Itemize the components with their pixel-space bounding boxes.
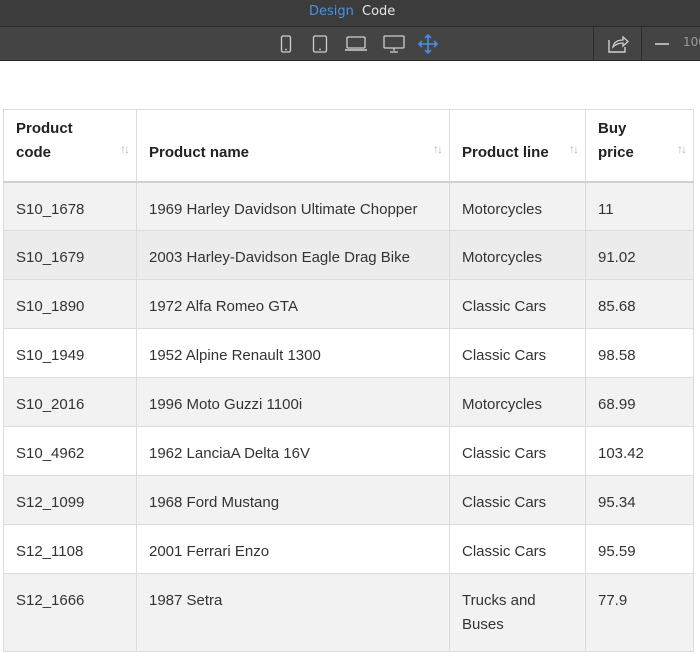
cell-buy-price: 103.42 [585,426,694,476]
cell-product-code: S12_1099 [3,475,137,525]
cell-buy-price: 11 [585,181,694,231]
share-icon[interactable] [607,34,629,54]
cell-product-name: 1968 Ford Mustang [136,475,450,525]
sort-icon[interactable]: ↑↓ [569,137,579,161]
cell-buy-price: 68.99 [585,377,694,427]
cell-product-code: S12_1108 [3,524,137,574]
cell-product-code: S10_1890 [3,279,137,329]
cell-product-name: 1952 Alpine Renault 1300 [136,328,450,378]
products-table: Product code ↑↓ Product name ↑↓ Product … [3,109,694,652]
table-row[interactable]: S12_1108 2001 Ferrari Enzo Classic Cars … [3,524,694,574]
cell-product-line: Trucks and Buses [449,573,586,652]
cell-product-name: 1987 Setra [136,573,450,652]
toolbar-divider [641,27,642,60]
column-header-buy-price[interactable]: Buy price ↑↓ [585,109,694,182]
cell-product-code: S12_1666 [3,573,137,652]
column-header-label: Product name [149,143,250,161]
tablet-icon[interactable] [310,34,330,54]
table-row[interactable]: S12_1099 1968 Ford Mustang Classic Cars … [3,475,694,525]
cell-buy-price: 85.68 [585,279,694,329]
tab-design[interactable]: Design [309,4,354,19]
cell-product-line: Motorcycles [449,377,586,427]
table-row[interactable]: S12_1666 1987 Setra Trucks and Buses 77.… [3,573,694,652]
toolbar-divider [593,27,594,60]
cell-buy-price: 98.58 [585,328,694,378]
cell-buy-price: 95.34 [585,475,694,525]
cell-product-code: S10_1949 [3,328,137,378]
column-header-product-line[interactable]: Product line ↑↓ [449,109,586,182]
desktop-icon[interactable] [383,34,405,54]
cell-product-line: Classic Cars [449,328,586,378]
table-row[interactable]: S10_1678 1969 Harley Davidson Ultimate C… [3,181,694,231]
column-header-label: Product line [462,143,549,161]
cell-product-name: 1969 Harley Davidson Ultimate Chopper [136,181,450,231]
cell-buy-price: 91.02 [585,230,694,280]
cell-product-code: S10_2016 [3,377,137,427]
cell-product-name: 1996 Moto Guzzi 1100i [136,377,450,427]
laptop-icon[interactable] [344,34,368,54]
cell-product-name: 2003 Harley-Davidson Eagle Drag Bike [136,230,450,280]
table-row[interactable]: S10_2016 1996 Moto Guzzi 1100i Motorcycl… [3,377,694,427]
table-row[interactable]: S10_1949 1952 Alpine Renault 1300 Classi… [3,328,694,378]
sort-icon[interactable]: ↑↓ [433,137,443,161]
column-header-product-name[interactable]: Product name ↑↓ [136,109,450,182]
cell-product-code: S10_4962 [3,426,137,476]
column-header-product-code[interactable]: Product code ↑↓ [3,109,137,182]
cell-product-name: 1962 LanciaA Delta 16V [136,426,450,476]
cell-product-code: S10_1679 [3,230,137,280]
table-row[interactable]: S10_1890 1972 Alfa Romeo GTA Classic Car… [3,279,694,329]
cell-product-line: Motorcycles [449,230,586,280]
cell-product-line: Classic Cars [449,475,586,525]
table-header-row: Product code ↑↓ Product name ↑↓ Product … [3,109,694,182]
move-icon[interactable] [418,34,438,54]
table-row[interactable]: S10_4962 1962 LanciaA Delta 16V Classic … [3,426,694,476]
sort-icon[interactable]: ↑↓ [120,137,130,161]
sort-icon[interactable]: ↑↓ [677,137,687,161]
cell-product-line: Motorcycles [449,181,586,231]
cell-product-line: Classic Cars [449,426,586,476]
view-tab-bar: Design Code [0,0,700,26]
cell-product-line: Classic Cars [449,279,586,329]
zoom-out-icon[interactable] [652,34,672,54]
tab-code[interactable]: Code [362,4,395,19]
cell-product-line: Classic Cars [449,524,586,574]
zoom-level: 100 [683,35,700,49]
column-header-label: Buy price [598,119,634,161]
cell-buy-price: 77.9 [585,573,694,652]
cell-product-code: S10_1678 [3,181,137,231]
phone-icon[interactable] [276,34,296,54]
device-toolbar: 100 [0,26,700,61]
cell-product-name: 1972 Alfa Romeo GTA [136,279,450,329]
column-header-label: Product code [16,119,73,161]
cell-buy-price: 95.59 [585,524,694,574]
cell-product-name: 2001 Ferrari Enzo [136,524,450,574]
table-row[interactable]: S10_1679 2003 Harley-Davidson Eagle Drag… [3,230,694,280]
